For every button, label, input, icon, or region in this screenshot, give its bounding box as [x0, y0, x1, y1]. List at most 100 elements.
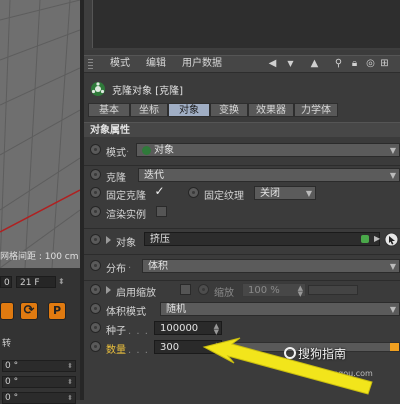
spinner-icon[interactable]: ▲ ▼ — [214, 341, 219, 355]
fix-clone-label: 固定克隆 — [106, 191, 146, 202]
tab-coord[interactable]: 坐标 — [130, 103, 168, 117]
scale-label: 缩放 — [214, 288, 234, 299]
seed-field[interactable]: 100000 ▲ ▼ — [154, 321, 222, 336]
rotation-b-field[interactable]: 0 ° ⬍ — [2, 392, 76, 404]
row-clone: 克隆 迭代 ▼ — [84, 165, 400, 185]
row-count: 数量. . . 300 ▲ ▼ — [84, 338, 400, 357]
lock-icon[interactable]: 🔒︎ — [348, 57, 361, 70]
row-seed: 种子. . . 100000 ▲ ▼ — [84, 319, 400, 338]
menu-mode[interactable]: 模式 — [110, 57, 130, 71]
pick-object-icon[interactable] — [384, 232, 399, 247]
enable-scale-checkbox[interactable] — [180, 284, 191, 295]
frame-range: 0 21 F ⬍ — [0, 276, 80, 290]
search-icon[interactable]: ⚲ — [332, 57, 345, 70]
menu-user-data[interactable]: 用户数据 — [182, 57, 222, 71]
grip-icon[interactable] — [88, 59, 93, 69]
count-field[interactable]: 300 ▲ ▼ — [154, 340, 222, 355]
render-instance-checkbox[interactable] — [156, 206, 167, 217]
mode-animate-icon[interactable] — [90, 144, 101, 155]
frame-start-field[interactable]: 0 — [0, 276, 12, 288]
mode-label: 模式 — [106, 148, 126, 159]
scale-animate-icon — [198, 284, 209, 295]
3d-viewport[interactable]: 网格间距 : 100 cm — [0, 0, 80, 268]
attribute-menubar: 模式 编辑 用户数据 ◀ ▼ ▲ ⚲ 🔒︎ ◎ ⊞ — [84, 55, 400, 73]
dropdown-arrow-icon[interactable]: ▼ — [284, 57, 297, 70]
section-title: 对象属性 — [84, 122, 400, 137]
fix-clone-animate-icon[interactable] — [90, 187, 101, 198]
row-volume-mode: 体积模式 随机 ▼ — [84, 300, 400, 319]
scale-slider — [308, 285, 358, 295]
target-icon[interactable]: ◎ — [364, 57, 377, 70]
spinner-icon[interactable]: ▲ ▼ — [214, 322, 219, 336]
rotation-label: 转 — [2, 339, 12, 349]
rotation-p-field[interactable]: 0 ° ⬍ — [2, 376, 76, 388]
object-animate-icon[interactable] — [90, 234, 101, 245]
watermark-url: zhinan.sogou.com — [300, 369, 373, 378]
mode-dropdown[interactable]: 对象 ▼ — [136, 143, 400, 157]
tab-transform[interactable]: 变换 — [210, 103, 248, 117]
distribution-animate-icon[interactable] — [90, 260, 101, 271]
row-object-link: 对象 挤压 ▶ — [84, 228, 400, 250]
object-title: 克隆对象 [克隆] — [112, 86, 183, 97]
tab-object[interactable]: 对象 — [168, 103, 210, 117]
distribution-dropdown[interactable]: 体积 ▼ — [142, 259, 400, 273]
seed-label: 种子. . . — [106, 326, 149, 337]
volume-mode-dropdown[interactable]: 随机 ▼ — [160, 302, 400, 316]
rotation-h-field[interactable]: 0 ° ⬍ — [2, 360, 76, 372]
extrude-icon — [361, 235, 369, 243]
seed-dots: . . . — [128, 326, 149, 337]
object-manager-panel[interactable] — [92, 0, 400, 48]
fix-texture-dropdown[interactable]: 关闭 ▼ — [254, 186, 316, 200]
count-dots: . . . — [128, 345, 149, 356]
row-render-instance: 渲染实例 — [84, 203, 400, 222]
clone-animate-icon[interactable] — [90, 169, 101, 180]
fix-texture-animate-icon[interactable] — [188, 187, 199, 198]
keyframe-button[interactable] — [0, 302, 14, 320]
distribution-label: 分布 — [106, 264, 126, 275]
new-window-icon[interactable]: ⊞ — [378, 57, 391, 70]
enable-scale-animate-icon[interactable] — [90, 284, 101, 295]
count-label: 数量. . . — [106, 345, 149, 356]
row-mode: 模式 . 对象 ▼ — [84, 141, 400, 160]
distribution-dots: . — [128, 260, 132, 271]
cloner-small-icon — [142, 145, 151, 155]
frame-end-field[interactable]: 21 F — [16, 276, 56, 288]
object-link-field[interactable]: 挤压 — [144, 232, 380, 246]
menu-edit[interactable]: 编辑 — [146, 57, 166, 71]
volume-mode-animate-icon[interactable] — [90, 303, 101, 314]
count-slider-fill — [390, 343, 399, 351]
tab-dynamics[interactable]: 力学体 — [294, 103, 338, 117]
sogou-logo-icon — [284, 347, 296, 359]
fix-clone-checkbox[interactable]: ✓ — [154, 185, 165, 198]
row-scale: 启用缩放 缩放 100 % ▲ ▼ — [84, 280, 400, 300]
position-key-icon[interactable]: P — [48, 302, 66, 320]
x-axis-line — [0, 189, 80, 233]
scale-field: 100 % ▲ ▼ — [242, 283, 306, 298]
object-label: 对象 — [116, 238, 136, 249]
tab-basic[interactable]: 基本 — [88, 103, 130, 117]
back-arrow-icon[interactable]: ◀ — [266, 57, 279, 70]
watermark-logo: 搜狗指南 — [284, 345, 346, 362]
mode-dots: . — [126, 144, 130, 155]
render-instance-animate-icon[interactable] — [90, 206, 101, 217]
clone-dropdown[interactable]: 迭代 ▼ — [138, 168, 400, 182]
link-menu-arrow-icon[interactable]: ▶ — [374, 234, 380, 243]
tab-effectors[interactable]: 效果器 — [248, 103, 294, 117]
autokey-icon[interactable]: ⟳ — [20, 302, 38, 320]
clone-label: 克隆 — [106, 173, 126, 184]
render-instance-label: 渲染实例 — [106, 210, 146, 221]
count-animate-icon[interactable] — [90, 341, 101, 352]
chevron-down-icon: ▼ — [305, 189, 312, 198]
up-arrow-icon[interactable]: ▲ — [308, 57, 321, 70]
enable-scale-label: 启用缩放 — [116, 288, 156, 299]
expand-triangle-icon[interactable] — [106, 236, 111, 244]
cloner-icon — [91, 82, 105, 96]
chevron-down-icon: ▼ — [389, 305, 396, 314]
grid-spacing-label: 网格间距 : 100 cm — [0, 252, 79, 262]
chevron-down-icon: ▼ — [389, 146, 396, 155]
spinner-icon[interactable]: ⬍ — [58, 277, 65, 286]
seed-animate-icon[interactable] — [90, 322, 101, 333]
expand-triangle-icon[interactable] — [106, 286, 111, 294]
object-header: 克隆对象 [克隆] — [84, 79, 400, 99]
chevron-down-icon: ▼ — [389, 171, 396, 180]
